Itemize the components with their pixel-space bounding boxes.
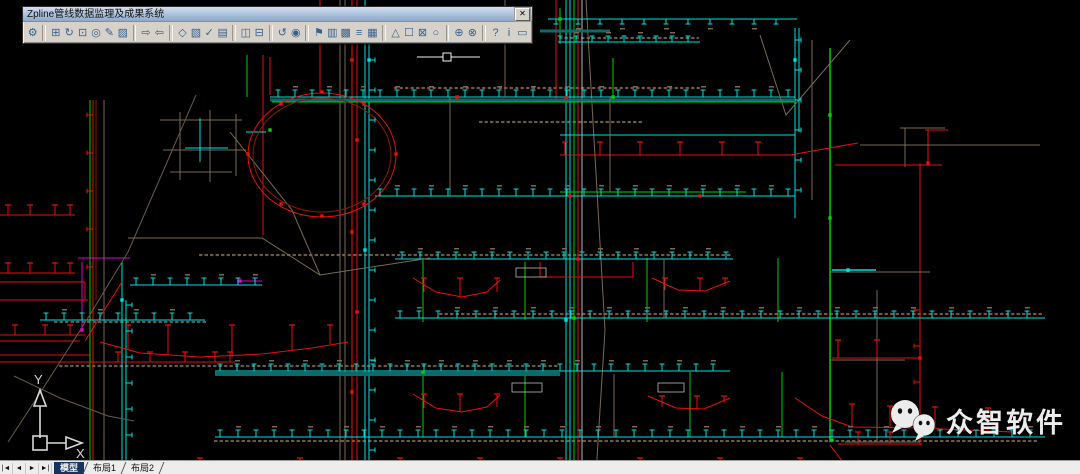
ucs-icon: Y X xyxy=(6,368,98,462)
render-dither-icon[interactable]: ▩ xyxy=(340,25,352,41)
data-export-icon[interactable]: ⇦ xyxy=(153,25,165,41)
watermark: 众智软件 xyxy=(888,398,1066,442)
about-info-icon[interactable]: i xyxy=(503,25,515,41)
record-refresh-icon[interactable]: ↻ xyxy=(63,25,75,41)
select-window-icon[interactable]: ◫ xyxy=(240,25,252,41)
annotate-icon[interactable]: ▧ xyxy=(190,25,202,41)
record-find-icon[interactable]: ◎ xyxy=(90,25,102,41)
image-browse-icon[interactable]: ▨ xyxy=(117,25,129,41)
record-add-icon[interactable]: ⊞ xyxy=(50,25,62,41)
tab-nav-3[interactable]: ►| xyxy=(39,463,52,474)
app-root: Y X Zpline管线数据监理及成果系统 ✕ ⚙ ⊞↻⊡◎✎▨ ⇨⇦ ◇▧✓▤ ◫⊟ ↺… xyxy=(0,0,1080,474)
ucs-x-label: X xyxy=(76,446,85,461)
toolbar-separator xyxy=(382,25,386,41)
wechat-logo-icon xyxy=(888,398,938,442)
measure-calc-icon[interactable]: ▭ xyxy=(516,25,528,41)
tool-window: Zpline管线数据监理及成果系统 ✕ ⚙ ⊞↻⊡◎✎▨ ⇨⇦ ◇▧✓▤ ◫⊟ ↺◉ ⚑▥▩… xyxy=(22,6,533,44)
tab-nav-buttons: |◄◄►►| xyxy=(0,462,52,474)
layer-manager-icon[interactable]: ≡ xyxy=(353,25,365,41)
ucs-y-label: Y xyxy=(34,372,43,387)
table-edit-icon[interactable]: ▤ xyxy=(216,25,228,41)
toolbar-separator xyxy=(482,25,486,41)
locate-target-icon[interactable]: ◉ xyxy=(290,25,302,41)
toolbar-separator xyxy=(169,25,173,41)
region-select-icon[interactable]: ⊠ xyxy=(416,25,428,41)
toolbar-separator xyxy=(232,25,236,41)
toolbar-separator xyxy=(42,25,46,41)
copy-object-icon[interactable]: ⊟ xyxy=(253,25,265,41)
flag-report-icon[interactable]: ⚑ xyxy=(313,25,325,41)
ucs-y-arrowhead xyxy=(34,390,46,406)
toolbar-separator xyxy=(305,25,309,41)
sketch-edit-icon[interactable]: ◇ xyxy=(176,25,188,41)
tab-nav-0[interactable]: |◄ xyxy=(0,463,13,474)
tab-布局1[interactable]: 布局1 xyxy=(87,462,122,474)
flatten-view-icon[interactable]: △ xyxy=(389,25,401,41)
toolbar-separator xyxy=(269,25,273,41)
tab-布局2[interactable]: 布局2 xyxy=(125,462,160,474)
ucs-origin-box xyxy=(33,436,47,450)
toolbar-separator xyxy=(446,25,450,41)
data-import-icon[interactable]: ⇨ xyxy=(140,25,152,41)
record-save-icon[interactable]: ⊡ xyxy=(76,25,88,41)
tool-window-toolbar: ⚙ ⊞↻⊡◎✎▨ ⇨⇦ ◇▧✓▤ ◫⊟ ↺◉ ⚑▥▩≡▦ △☐⊠○ ⊕⊗?i▭ xyxy=(23,22,532,44)
tool-config-icon[interactable]: ⊕ xyxy=(453,25,465,41)
layout-tabstrip: 模型布局1布局2 xyxy=(54,462,163,474)
tool-window-titlebar[interactable]: Zpline管线数据监理及成果系统 ✕ xyxy=(23,7,532,22)
grid-view-icon[interactable]: ▦ xyxy=(366,25,378,41)
tab-nav-2[interactable]: ► xyxy=(26,463,39,474)
verify-check-icon[interactable]: ✓ xyxy=(203,25,215,41)
watermark-text: 众智软件 xyxy=(946,401,1066,440)
sync-data-icon[interactable]: ↺ xyxy=(276,25,288,41)
record-edit-icon[interactable]: ✎ xyxy=(103,25,115,41)
preview-monitor-icon[interactable]: ▥ xyxy=(326,25,338,41)
tab-模型[interactable]: 模型 xyxy=(54,462,84,474)
tab-nav-1[interactable]: ◄ xyxy=(13,463,26,474)
panel-window-icon[interactable]: ☐ xyxy=(403,25,415,41)
tool-window-title: Zpline管线数据监理及成果系统 xyxy=(27,8,515,21)
close-icon[interactable]: ✕ xyxy=(515,8,530,21)
toolbar-separator xyxy=(133,25,137,41)
package-export-icon[interactable]: ⊗ xyxy=(466,25,478,41)
settings-gear-icon[interactable]: ⚙ xyxy=(27,25,39,41)
duplicate-object-icon[interactable]: ○ xyxy=(430,25,442,41)
help-icon[interactable]: ? xyxy=(489,25,501,41)
bottom-bar: |◄◄►►| 模型布局1布局2 xyxy=(0,460,1080,474)
